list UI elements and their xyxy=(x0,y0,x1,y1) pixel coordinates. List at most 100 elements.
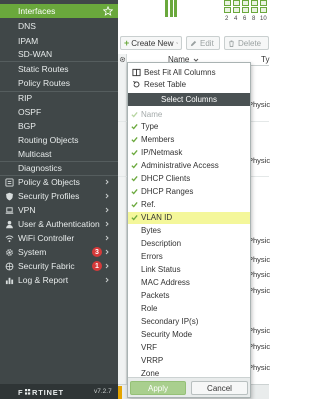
version-label: v7.2.7 xyxy=(94,388,112,395)
column-option[interactable]: Errors xyxy=(128,250,250,262)
sidebar-item-diagnostics[interactable]: Diagnostics xyxy=(0,162,118,174)
column-option[interactable]: Members xyxy=(128,134,250,146)
port-number: 6 xyxy=(243,16,247,22)
port[interactable] xyxy=(224,7,231,13)
column-option[interactable]: Link Status xyxy=(128,263,250,275)
sidebar-item-ospf[interactable]: OSPF xyxy=(0,106,118,118)
sidebar-item-rip[interactable]: RIP xyxy=(0,92,118,104)
wifi-icon xyxy=(5,234,14,243)
chevron-right-icon xyxy=(104,263,110,269)
column-option[interactable]: Administrative Access xyxy=(128,160,250,172)
shield-icon xyxy=(5,192,14,201)
user-icon xyxy=(5,220,14,229)
column-option[interactable]: Role xyxy=(128,302,250,314)
sidebar-item-bgp[interactable]: BGP xyxy=(0,120,118,132)
status-bar xyxy=(174,0,177,17)
sidebar-item-wifi-controller[interactable]: WiFi Controller xyxy=(0,232,118,244)
sidebar-item-security-profiles[interactable]: Security Profiles xyxy=(0,190,118,202)
column-option[interactable]: MAC Address xyxy=(128,276,250,288)
port[interactable] xyxy=(233,7,240,13)
port[interactable] xyxy=(242,7,249,13)
column-option[interactable]: Type xyxy=(128,121,250,133)
port-number: 10 xyxy=(260,16,267,22)
port[interactable] xyxy=(260,0,267,6)
star-icon[interactable] xyxy=(103,6,113,16)
cancel-button[interactable]: Cancel xyxy=(191,381,248,395)
sidebar-item-label: VPN xyxy=(18,205,36,215)
port-number: 4 xyxy=(234,16,238,22)
apply-button[interactable]: Apply xyxy=(130,381,186,395)
column-option-label: Role xyxy=(141,303,158,313)
sidebar-item-security-fabric[interactable]: Security Fabric 1 xyxy=(0,260,118,272)
sidebar-item-label: Policy & Objects xyxy=(18,177,80,187)
svg-text:RTINET: RTINET xyxy=(32,388,64,396)
column-option[interactable]: DHCP Ranges xyxy=(128,186,250,198)
type-cell: Physic xyxy=(248,270,271,279)
column-option-label: Link Status xyxy=(141,264,181,274)
sidebar-item-user-authentication[interactable]: User & Authentication xyxy=(0,218,118,230)
sidebar-item-dns[interactable]: DNS xyxy=(0,20,118,32)
sidebar-item-sd-wan[interactable]: SD-WAN xyxy=(0,48,118,60)
column-option[interactable]: Ref. xyxy=(128,199,250,211)
column-header-type[interactable]: Ty xyxy=(261,55,269,64)
best-fit-columns-item[interactable]: Best Fit All Columns xyxy=(128,66,250,78)
fortinet-logo: F RTINET xyxy=(18,388,64,396)
checkmark-icon xyxy=(128,149,140,156)
reset-table-item[interactable]: Reset Table xyxy=(128,78,250,90)
gear-icon[interactable] xyxy=(119,56,126,63)
reset-icon xyxy=(132,80,141,89)
sidebar-item-routing-objects[interactable]: Routing Objects xyxy=(0,134,118,146)
port[interactable] xyxy=(260,7,267,13)
column-option[interactable]: Bytes xyxy=(128,225,250,237)
gear-icon xyxy=(5,248,14,257)
checkmark-icon xyxy=(128,188,140,195)
menu-footer: Apply Cancel xyxy=(128,377,250,397)
checkmark-icon xyxy=(128,214,140,221)
sidebar-item-log-report[interactable]: Log & Report xyxy=(0,274,118,286)
column-option[interactable]: IP/Netmask xyxy=(128,147,250,159)
column-option[interactable]: Packets xyxy=(128,289,250,301)
sidebar-item-vpn[interactable]: VPN xyxy=(0,204,118,216)
column-option-label: Description xyxy=(141,239,182,248)
port[interactable] xyxy=(251,7,258,13)
status-bars xyxy=(165,0,177,17)
type-cell: Physic xyxy=(248,363,271,372)
edit-button[interactable]: Edit xyxy=(186,36,220,50)
sidebar-item-label: WiFi Controller xyxy=(18,233,75,243)
columns-icon xyxy=(132,68,141,77)
port[interactable] xyxy=(224,0,231,6)
column-option-label: Bytes xyxy=(141,226,162,236)
column-option[interactable]: Secondary IP(s) xyxy=(128,315,250,327)
column-option[interactable]: VLAN ID xyxy=(128,211,250,224)
column-option: Name xyxy=(128,108,250,120)
create-new-button[interactable]: + Create New xyxy=(120,36,182,50)
column-option[interactable]: DHCP Clients xyxy=(128,173,250,185)
toolbar: + Create New Edit Delete xyxy=(118,35,269,52)
sidebar-item-label: Multicast xyxy=(18,149,52,159)
column-option-label: Secondary IP(s) xyxy=(141,316,199,326)
warning-indicator xyxy=(118,386,122,399)
type-cell: Physic xyxy=(248,236,271,245)
port[interactable] xyxy=(242,0,249,6)
checkmark-icon xyxy=(128,162,140,169)
sidebar-item-label: System xyxy=(18,247,47,257)
sidebar-item-static-routes[interactable]: Static Routes xyxy=(0,63,118,75)
column-option[interactable]: VRF xyxy=(128,341,250,353)
port[interactable] xyxy=(251,0,258,6)
port[interactable] xyxy=(233,0,240,6)
column-option[interactable]: VRRP xyxy=(128,354,250,366)
column-option-label: Errors xyxy=(141,251,163,261)
column-option-label: Type xyxy=(141,122,159,132)
sidebar-item-interfaces[interactable]: Interfaces xyxy=(0,4,118,18)
column-option[interactable]: Description xyxy=(128,238,250,250)
sidebar-item-label: Static Routes xyxy=(18,64,69,74)
delete-button[interactable]: Delete xyxy=(224,36,269,50)
sidebar-item-multicast[interactable]: Multicast xyxy=(0,148,118,160)
column-option[interactable]: Security Mode xyxy=(128,328,250,340)
sidebar-item-ipam[interactable]: IPAM xyxy=(0,35,118,47)
sidebar-item-label: Interfaces xyxy=(18,6,56,16)
sidebar-item-policy-routes[interactable]: Policy Routes xyxy=(0,77,118,89)
sidebar-item-system[interactable]: System 3 xyxy=(0,246,118,258)
sidebar-item-policy-objects[interactable]: Policy & Objects xyxy=(0,176,118,188)
checkmark-icon xyxy=(128,123,140,130)
